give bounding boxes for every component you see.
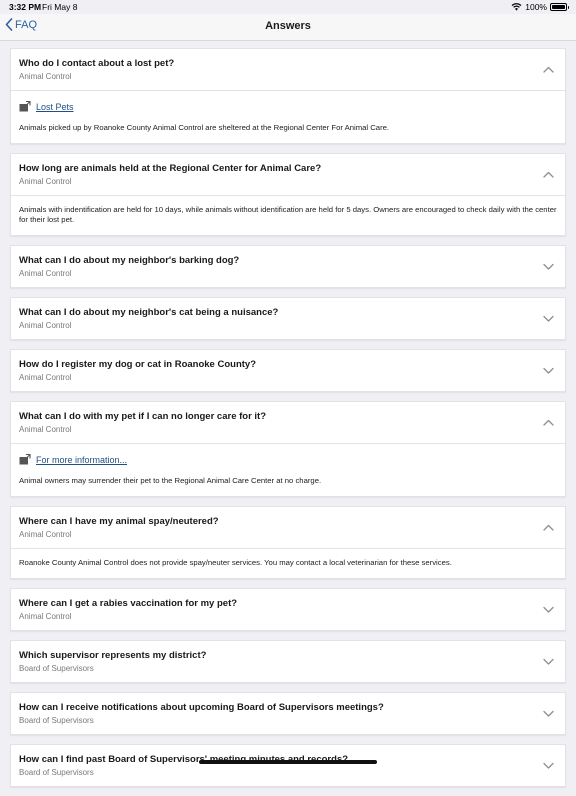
faq-question: Which supervisor represents my district?: [19, 650, 535, 662]
faq-answer-panel: Lost Pets Animals picked up by Roanoke Co…: [11, 90, 565, 143]
faq-card: What can I do about my neighbor's cat be…: [10, 297, 566, 340]
faq-answer: Roanoke County Animal Control does not p…: [19, 558, 557, 568]
faq-link[interactable]: Lost Pets: [36, 102, 74, 112]
faq-answer: Animals picked up by Roanoke County Anim…: [19, 123, 557, 133]
faq-card: How long are animals held at the Regiona…: [10, 153, 566, 236]
battery-icon: [550, 3, 567, 11]
faq-answer: Animals with indentification are held fo…: [19, 205, 557, 225]
navigation-bar: FAQ Answers: [0, 14, 576, 41]
faq-question-header[interactable]: Which supervisor represents my district?…: [11, 641, 565, 682]
chevron-down-icon: [543, 762, 554, 770]
faq-category: Board of Supervisors: [19, 768, 535, 777]
faq-question-header[interactable]: How long are animals held at the Regiona…: [11, 154, 565, 195]
chevron-down-icon: [543, 710, 554, 718]
faq-category: Animal Control: [19, 321, 535, 330]
faq-question-header[interactable]: What can I do about my neighbor's barkin…: [11, 246, 565, 287]
faq-card: How do I register my dog or cat in Roano…: [10, 349, 566, 392]
faq-card: What can I do about my neighbor's barkin…: [10, 245, 566, 288]
faq-answer: Animal owners may surrender their pet to…: [19, 476, 557, 486]
faq-category: Animal Control: [19, 425, 535, 434]
faq-link[interactable]: For more information...: [36, 455, 127, 465]
chevron-up-icon: [543, 524, 554, 532]
status-time: 3:32 PM: [9, 2, 41, 12]
battery-percent: 100%: [525, 2, 547, 12]
faq-card: What can I do with my pet if I can no lo…: [10, 401, 566, 497]
external-link-icon: [19, 454, 31, 465]
faq-question-header[interactable]: How can I find past Board of Supervisors…: [11, 745, 565, 786]
faq-question-header[interactable]: How do I register my dog or cat in Roano…: [11, 350, 565, 391]
faq-answer-panel: Roanoke County Animal Control does not p…: [11, 548, 565, 578]
faq-card: Who do I contact about a lost pet? Animal…: [10, 48, 566, 144]
external-link-icon: [19, 101, 31, 112]
faq-category: Board of Supervisors: [19, 664, 535, 673]
faq-question: How long are animals held at the Regiona…: [19, 163, 535, 175]
faq-card: Where can I have my animal spay/neutered…: [10, 506, 566, 579]
faq-category: Animal Control: [19, 373, 535, 382]
chevron-down-icon: [543, 606, 554, 614]
faq-category: Animal Control: [19, 612, 535, 621]
faq-question-header[interactable]: What can I do with my pet if I can no lo…: [11, 402, 565, 443]
faq-category: Animal Control: [19, 177, 535, 186]
status-date: Fri May 8: [42, 2, 77, 12]
faq-question: Where can I get a rabies vaccination for…: [19, 598, 535, 610]
faq-question-header[interactable]: Where can I have my animal spay/neutered…: [11, 507, 565, 548]
faq-card: How can I find past Board of Supervisors…: [10, 744, 566, 787]
faq-answer-panel: Animals with indentification are held fo…: [11, 195, 565, 235]
chevron-down-icon: [543, 263, 554, 271]
faq-question: How do I register my dog or cat in Roano…: [19, 359, 535, 371]
faq-link-row[interactable]: For more information...: [19, 454, 557, 465]
faq-category: Animal Control: [19, 530, 535, 539]
status-bar: 3:32 PM Fri May 8 100%: [0, 0, 576, 14]
faq-category: Animal Control: [19, 72, 535, 81]
faq-question: Who do I contact about a lost pet?: [19, 58, 535, 70]
faq-card: Where can I get a rabies vaccination for…: [10, 588, 566, 631]
home-indicator[interactable]: [199, 760, 377, 764]
faq-category: Animal Control: [19, 269, 535, 278]
chevron-up-icon: [543, 171, 554, 179]
status-right: 100%: [511, 2, 567, 12]
faq-question: Where can I have my animal spay/neutered…: [19, 516, 535, 528]
faq-question: What can I do about my neighbor's cat be…: [19, 307, 535, 319]
page-title: Answers: [0, 20, 576, 32]
faq-link-row[interactable]: Lost Pets: [19, 101, 557, 112]
faq-question: What can I do about my neighbor's barkin…: [19, 255, 535, 267]
faq-answer-panel: For more information... Animal owners may…: [11, 443, 565, 496]
faq-list: Who do I contact about a lost pet? Animal…: [10, 48, 566, 796]
chevron-down-icon: [543, 367, 554, 375]
chevron-down-icon: [543, 315, 554, 323]
faq-question: What can I do with my pet if I can no lo…: [19, 411, 535, 423]
faq-question-header[interactable]: How can I receive notifications about up…: [11, 693, 565, 734]
faq-card: How can I receive notifications about up…: [10, 692, 566, 735]
faq-question-header[interactable]: Where can I get a rabies vaccination for…: [11, 589, 565, 630]
faq-card: Which supervisor represents my district?…: [10, 640, 566, 683]
faq-question-header[interactable]: What can I do about my neighbor's cat be…: [11, 298, 565, 339]
chevron-down-icon: [543, 658, 554, 666]
chevron-up-icon: [543, 419, 554, 427]
faq-question: How can I receive notifications about up…: [19, 702, 535, 714]
chevron-up-icon: [543, 66, 554, 74]
wifi-icon: [511, 3, 522, 11]
faq-question-header[interactable]: Who do I contact about a lost pet? Animal…: [11, 49, 565, 90]
faq-category: Board of Supervisors: [19, 716, 535, 725]
